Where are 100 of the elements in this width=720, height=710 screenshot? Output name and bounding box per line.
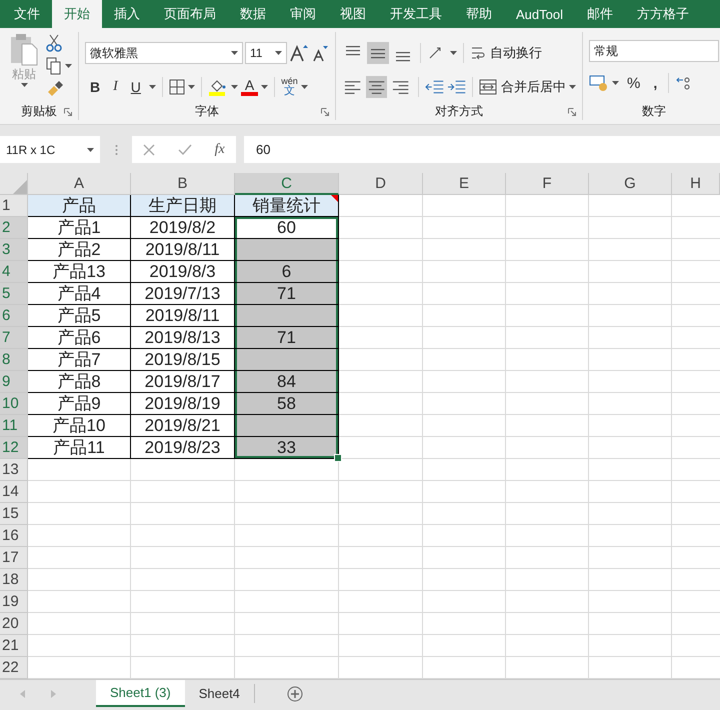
horizontal-align-icon[interactable]: [366, 76, 388, 98]
row-header[interactable]: 8: [0, 349, 28, 371]
row-header[interactable]: 10: [0, 393, 28, 415]
caret-icon[interactable]: [87, 148, 94, 152]
ribbon-tab[interactable]: 邮件: [574, 0, 625, 28]
ribbon-tab[interactable]: 插入: [102, 0, 152, 28]
row-header[interactable]: 5: [0, 283, 28, 305]
row-header[interactable]: 3: [0, 239, 28, 261]
group-label: 数字: [642, 102, 666, 120]
ribbon-tab[interactable]: 审阅: [278, 0, 328, 28]
caret-icon[interactable]: [65, 64, 72, 68]
row-header[interactable]: 13: [0, 459, 28, 481]
number-format-dropdown[interactable]: 常规: [589, 40, 719, 62]
launcher-icon[interactable]: [321, 108, 329, 116]
grow-font-icon[interactable]: [289, 43, 309, 63]
vertical-align-icon[interactable]: [367, 42, 389, 64]
row-header[interactable]: 9: [0, 371, 28, 393]
caret-icon[interactable]: [300, 85, 308, 89]
comma-button[interactable]: ,: [648, 75, 662, 91]
caret-icon[interactable]: [148, 85, 156, 89]
decrease-indent-icon[interactable]: [424, 78, 444, 96]
caret-icon[interactable]: [230, 85, 238, 89]
column-header[interactable]: G: [589, 173, 672, 195]
font-size-dropdown[interactable]: 11: [245, 42, 287, 64]
sheet-tab[interactable]: Sheet4: [184, 684, 255, 703]
ribbon-tab[interactable]: 文件: [2, 0, 52, 28]
row-header[interactable]: 4: [0, 261, 28, 283]
row-header[interactable]: 11: [0, 415, 28, 437]
launcher-icon[interactable]: [64, 108, 72, 116]
row-header[interactable]: 15: [0, 503, 28, 525]
caret-icon[interactable]: [20, 83, 28, 87]
ribbon-tab[interactable]: 帮助: [454, 0, 504, 28]
bold-button[interactable]: B: [85, 79, 106, 95]
ribbon-tab[interactable]: 开发工具: [378, 0, 454, 28]
row-header[interactable]: 2: [0, 217, 28, 239]
table-cell: 产品9: [28, 393, 131, 415]
row-header[interactable]: 17: [0, 547, 28, 569]
row-header[interactable]: 1: [0, 195, 28, 217]
row-header[interactable]: 20: [0, 613, 28, 635]
row-header[interactable]: 18: [0, 569, 28, 591]
row-header[interactable]: 22: [0, 657, 28, 679]
currency-icon[interactable]: [589, 74, 609, 92]
italic-button[interactable]: I: [108, 79, 123, 95]
group-label: 剪贴板: [21, 102, 57, 120]
wrap-text-button[interactable]: 自动换行: [470, 44, 542, 62]
percent-button[interactable]: %: [622, 74, 646, 92]
column-header[interactable]: E: [423, 173, 506, 195]
font-color-button[interactable]: A: [240, 78, 258, 96]
ribbon-tab[interactable]: 方方格子: [624, 0, 701, 28]
underline-button[interactable]: U: [126, 79, 146, 95]
row-header[interactable]: 19: [0, 591, 28, 613]
column-header[interactable]: H: [672, 173, 720, 195]
copy-icon[interactable]: [46, 57, 62, 75]
column-header[interactable]: A: [28, 173, 131, 195]
launcher-icon[interactable]: [568, 108, 576, 116]
sheet-tab[interactable]: Sheet1 (3): [96, 680, 185, 707]
add-sheet-icon[interactable]: [286, 686, 303, 702]
column-header[interactable]: C: [235, 173, 339, 195]
caret-icon[interactable]: [612, 81, 619, 85]
row-header[interactable]: 16: [0, 525, 28, 547]
row-header[interactable]: 14: [0, 481, 28, 503]
table-cell: 销量统计: [235, 195, 339, 217]
name-box[interactable]: 11R x 1C: [0, 136, 100, 163]
table-cell: 产品: [28, 195, 131, 217]
ribbon-tab[interactable]: 开始: [52, 0, 102, 28]
formula-field[interactable]: 60: [244, 136, 720, 163]
format-painter-icon[interactable]: [46, 80, 64, 96]
ribbon-tab[interactable]: 视图: [328, 0, 378, 28]
fill-color-icon[interactable]: [208, 78, 228, 96]
font-name-dropdown[interactable]: 微软雅黑: [85, 42, 243, 64]
column-header[interactable]: D: [339, 173, 423, 195]
caret-icon[interactable]: [450, 51, 457, 55]
ribbon-tab[interactable]: 数据: [228, 0, 278, 28]
caret-icon[interactable]: [231, 51, 238, 55]
ribbon-tab[interactable]: 页面布局: [152, 0, 228, 28]
shrink-font-icon[interactable]: [311, 43, 329, 63]
merge-center-button[interactable]: 合并后居中: [479, 78, 566, 96]
table-cell: 产品7: [28, 349, 131, 371]
ribbon-tab[interactable]: AudTool: [504, 0, 575, 28]
borders-icon[interactable]: [168, 79, 185, 95]
row-header[interactable]: 6: [0, 305, 28, 327]
insert-function-button[interactable]: fx: [214, 142, 225, 158]
phonetic-button[interactable]: wén 文: [281, 77, 298, 97]
check-icon[interactable]: [178, 144, 192, 156]
row-header[interactable]: 12: [0, 437, 28, 459]
scissors-icon[interactable]: [46, 34, 62, 52]
table-cell: 58: [235, 393, 339, 415]
row-header[interactable]: 7: [0, 327, 28, 349]
column-header[interactable]: F: [506, 173, 589, 195]
caret-icon[interactable]: [261, 85, 268, 89]
table-cell: 产品8: [28, 371, 131, 393]
table-cell: 产品13: [28, 261, 131, 283]
caret-icon[interactable]: [188, 85, 195, 89]
increase-indent-icon[interactable]: [446, 78, 466, 96]
column-header[interactable]: B: [131, 173, 235, 195]
fill-handle[interactable]: [334, 454, 342, 462]
group-label: 对齐方式: [435, 102, 483, 120]
row-header[interactable]: 21: [0, 635, 28, 657]
caret-icon[interactable]: [275, 51, 282, 55]
caret-icon[interactable]: [569, 85, 576, 89]
